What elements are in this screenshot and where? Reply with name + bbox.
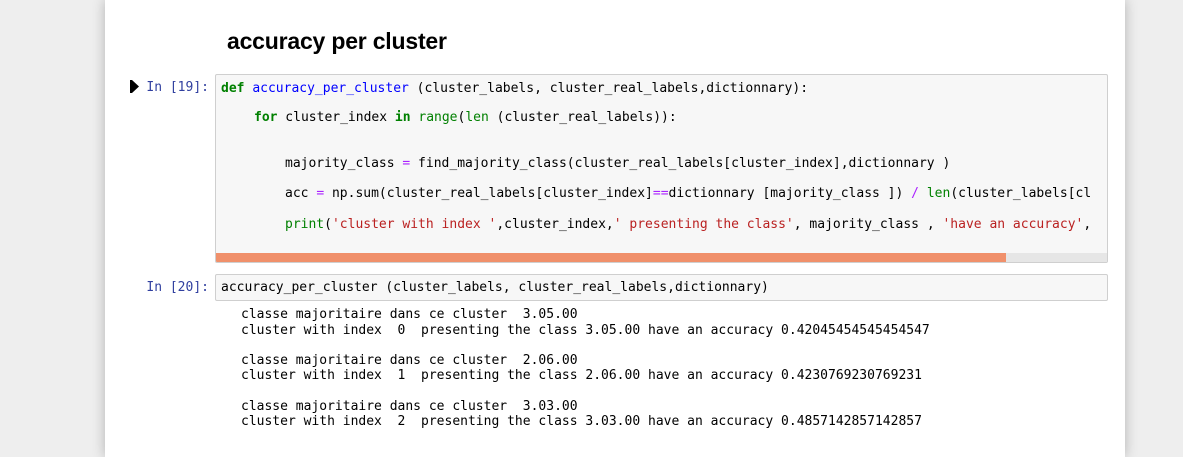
code-line-3: majority_class = find_majority_class(clu…	[285, 156, 951, 171]
cell-19-code-editor[interactable]: def accuracy_per_cluster (cluster_labels…	[215, 74, 1108, 263]
code-line-5: print('cluster with index ',cluster_inde…	[285, 217, 1092, 232]
code-line-4: acc = np.sum(cluster_real_labels[cluster…	[285, 186, 1092, 201]
cell-20-code-editor[interactable]: accuracy_per_cluster (cluster_labels, cl…	[215, 274, 1108, 301]
scrollbar-thumb[interactable]	[216, 253, 1006, 262]
output-line: classe majoritaire dans ce cluster 3.05.…	[241, 307, 578, 322]
output-line: classe majoritaire dans ce cluster 3.03.…	[241, 399, 578, 414]
output-line: classe majoritaire dans ce cluster 2.06.…	[241, 353, 578, 368]
cell-20-prompt: In [20]:	[146, 280, 209, 295]
horizontal-scrollbar[interactable]	[216, 253, 1107, 262]
cell-19-prompt: In [19]:	[146, 80, 209, 95]
output-line: cluster with index 2 presenting the clas…	[241, 414, 922, 429]
markdown-heading: accuracy per cluster	[227, 28, 447, 54]
cell-20-code-line: accuracy_per_cluster (cluster_labels, cl…	[221, 280, 769, 295]
code-line-1: def accuracy_per_cluster (cluster_labels…	[221, 81, 809, 96]
code-line-2: for cluster_index in range(len (cluster_…	[254, 110, 677, 125]
output-line: cluster with index 0 presenting the clas…	[241, 323, 930, 338]
output-line: cluster with index 1 presenting the clas…	[241, 368, 922, 383]
